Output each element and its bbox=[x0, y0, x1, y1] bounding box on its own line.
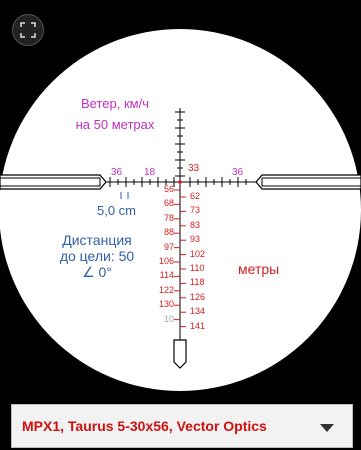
range-mark-left: 97 bbox=[163, 241, 174, 252]
dropdown-arrow-icon bbox=[320, 424, 334, 432]
distance-line1: Дистанция bbox=[62, 232, 132, 248]
range-mark-right: 73 bbox=[190, 205, 201, 216]
range-mark-right: 83 bbox=[190, 219, 201, 230]
range-mark-left: 78 bbox=[163, 212, 174, 223]
distance-line2: до цели: 50 bbox=[59, 248, 135, 264]
bottom-post bbox=[173, 339, 187, 369]
scope-selector[interactable]: MPX1, Taurus 5-30x56, Vector Optics bbox=[11, 404, 353, 448]
distance-line3: ∠ 0° bbox=[82, 264, 112, 280]
range-mark-right: 134 bbox=[190, 306, 206, 317]
range-mark-right: 93 bbox=[190, 234, 201, 245]
range-mark-right: 141 bbox=[190, 320, 206, 331]
right-post bbox=[255, 174, 361, 190]
range-mark-left: 68 bbox=[163, 198, 174, 209]
windage-mark-right: 36 bbox=[232, 167, 244, 178]
wind-label: Ветер, км/ч на 50 метрах bbox=[50, 93, 180, 135]
range-mark-right: 62 bbox=[190, 191, 201, 201]
range-mark-left: 106 bbox=[158, 256, 174, 266]
scope-selector-label: MPX1, Taurus 5-30x56, Vector Optics bbox=[22, 418, 267, 434]
windage-mark-left-outer: 36 bbox=[111, 167, 123, 178]
distance-label: Дистанция до цели: 50 ∠ 0° bbox=[46, 232, 148, 280]
range-mark-left: 10 bbox=[163, 313, 174, 324]
wind-label-line1: Ветер, км/ч bbox=[81, 96, 149, 111]
range-mark-right: 118 bbox=[190, 277, 205, 288]
reticle bbox=[0, 29, 361, 391]
range-mark-right: 102 bbox=[190, 248, 206, 259]
click-value: 5,0 cm bbox=[97, 203, 137, 218]
range-mark-left: 88 bbox=[163, 227, 174, 238]
range-mark-left: 122 bbox=[158, 284, 174, 295]
range-mark-right: 126 bbox=[190, 291, 206, 302]
left-post bbox=[0, 174, 107, 190]
wind-label-line2: на 50 метрах bbox=[75, 117, 155, 132]
range-mark-left: 56 bbox=[163, 184, 174, 194]
windage-mark-left-inner: 18 bbox=[144, 167, 156, 178]
range-mark-right: 110 bbox=[190, 263, 205, 273]
top-number: 33 bbox=[188, 163, 200, 174]
units-label: метры bbox=[238, 261, 280, 277]
center-dot bbox=[178, 180, 182, 184]
range-mark-left: 130 bbox=[158, 299, 174, 310]
range-mark-left: 114 bbox=[159, 270, 174, 281]
